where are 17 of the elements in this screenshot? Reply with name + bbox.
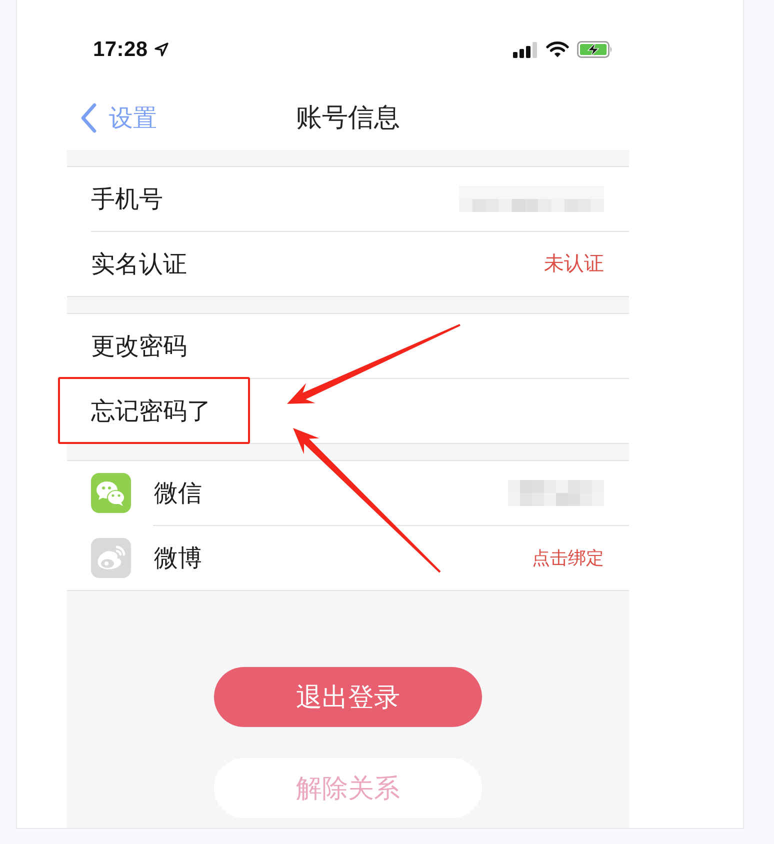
page-title: 账号信息 bbox=[296, 101, 400, 134]
eye-with-waves-icon bbox=[91, 538, 131, 578]
row-label: 微信 bbox=[154, 479, 202, 509]
row-label: 忘记密码了 bbox=[91, 396, 211, 426]
row-label: 手机号 bbox=[91, 185, 163, 215]
location-arrow-icon bbox=[154, 42, 169, 57]
chat-bubbles-icon bbox=[91, 473, 131, 513]
status-time: 17:28 bbox=[93, 38, 148, 62]
back-chevron-icon bbox=[80, 102, 97, 132]
row-label: 更改密码 bbox=[91, 332, 187, 362]
row-label: 微博 bbox=[154, 544, 202, 574]
charging-battery-icon bbox=[577, 41, 613, 58]
wifi-icon bbox=[546, 41, 569, 58]
signal-bars-icon bbox=[513, 42, 538, 58]
row-value: 未认证 bbox=[544, 252, 604, 277]
row-label: 实名认证 bbox=[91, 250, 187, 280]
row-value: 点击绑定 bbox=[532, 546, 604, 570]
